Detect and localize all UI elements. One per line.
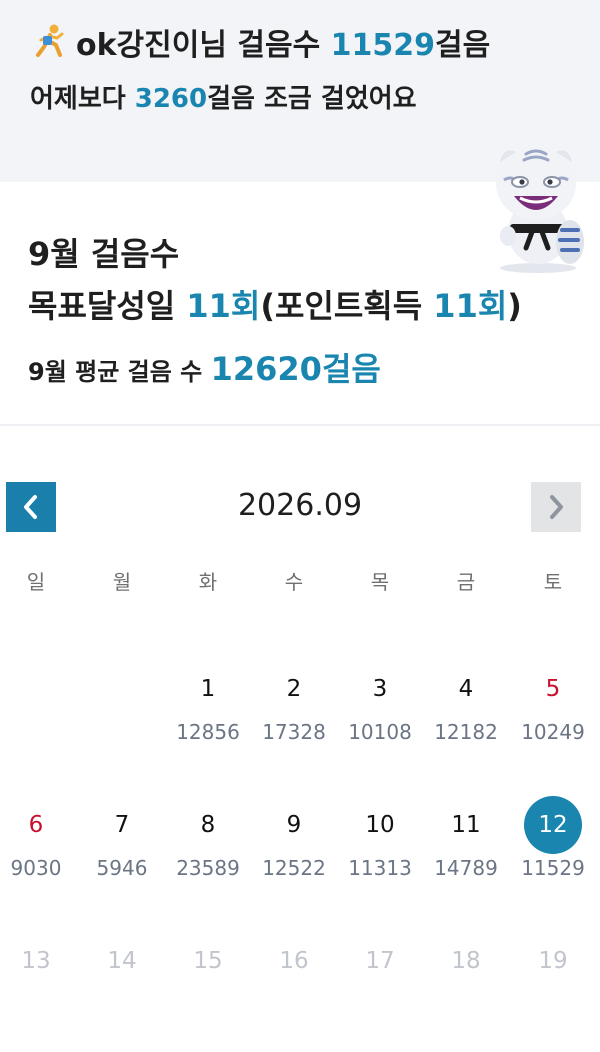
point-label: (포인트획득 bbox=[260, 287, 423, 325]
calendar-day-cell bbox=[79, 660, 165, 760]
calendar-day-cell[interactable]: 14 bbox=[79, 932, 165, 1032]
user-name-label: ok강진이님 걸음수 bbox=[76, 28, 321, 63]
day-steps: 10108 bbox=[348, 720, 412, 744]
day-steps: 11529 bbox=[521, 856, 585, 880]
day-number: 5 bbox=[545, 676, 561, 702]
day-number: 17 bbox=[365, 948, 395, 974]
day-number: 11 bbox=[451, 812, 481, 838]
calendar-day-cell[interactable]: 16 bbox=[251, 932, 337, 1032]
calendar-day-cell[interactable]: 12 11529 bbox=[510, 796, 596, 896]
steps-unit: 걸음 bbox=[435, 28, 491, 63]
calendar-day-cell[interactable]: 11 14789 bbox=[423, 796, 509, 896]
summary-title: 9월 걸음수 목표달성일 11회(포인트획득 11회) bbox=[28, 228, 522, 332]
weekday-label: 토 bbox=[543, 570, 563, 594]
day-number: 1 bbox=[200, 676, 216, 702]
point-close: ) bbox=[507, 287, 522, 325]
day-number: 14 bbox=[107, 948, 137, 974]
weekday-label: 월 bbox=[112, 570, 132, 594]
compare-suffix: 걸음 조금 걸었어요 bbox=[207, 84, 417, 114]
compare-value: 3260 bbox=[134, 84, 208, 114]
day-number: 2 bbox=[286, 676, 302, 702]
month-steps-title: 9월 걸음수 bbox=[28, 235, 180, 273]
day-steps: 5946 bbox=[96, 856, 148, 880]
calendar-day-cell[interactable]: 8 23589 bbox=[165, 796, 251, 896]
calendar-day-cell bbox=[0, 660, 79, 760]
calendar-day-cell[interactable]: 18 bbox=[423, 932, 509, 1032]
day-steps: 9030 bbox=[10, 856, 62, 880]
day-steps: 14789 bbox=[434, 856, 498, 880]
weekday-label: 화 bbox=[198, 570, 218, 594]
calendar-month-label: 2026.09 bbox=[237, 488, 363, 523]
next-month-button[interactable] bbox=[531, 482, 581, 532]
day-steps: 10249 bbox=[521, 720, 585, 744]
calendar-day-cell[interactable]: 3 10108 bbox=[337, 660, 423, 760]
today-steps-value: 11529 bbox=[330, 28, 436, 63]
goal-line: 목표달성일 11회(포인트획득 11회) bbox=[28, 280, 522, 332]
calendar-day-cell[interactable]: 9 12522 bbox=[251, 796, 337, 896]
compare-yesterday-line: 어제보다 3260걸음 조금 걸었어요 bbox=[30, 78, 417, 115]
day-number: 18 bbox=[451, 948, 481, 974]
calendar-day-cell[interactable]: 5 10249 bbox=[510, 660, 596, 760]
weekday-label: 목 bbox=[370, 570, 390, 594]
day-steps: 12856 bbox=[176, 720, 240, 744]
tiger-mascot-image bbox=[496, 148, 584, 273]
calendar-day-cell[interactable]: 4 12182 bbox=[423, 660, 509, 760]
weekday-label: 일 bbox=[26, 570, 46, 594]
day-number: 9 bbox=[286, 812, 302, 838]
day-number: 10 bbox=[365, 812, 395, 838]
day-number: 7 bbox=[114, 812, 130, 838]
calendar-day-cell[interactable]: 2 17328 bbox=[251, 660, 337, 760]
day-steps: 17328 bbox=[262, 720, 326, 744]
weekday-label: 금 bbox=[456, 570, 476, 594]
calendar-day-cell[interactable]: 17 bbox=[337, 932, 423, 1032]
chevron-right-icon bbox=[550, 495, 563, 519]
day-number: 15 bbox=[193, 948, 223, 974]
day-steps: 23589 bbox=[176, 856, 240, 880]
goal-value: 11회 bbox=[186, 287, 261, 325]
compare-prefix: 어제보다 bbox=[30, 84, 126, 114]
calendar-day-cell[interactable]: 13 bbox=[0, 932, 79, 1032]
point-value: 11회 bbox=[433, 287, 508, 325]
weekday-label: 수 bbox=[284, 570, 304, 594]
calendar-day-cell[interactable]: 6 9030 bbox=[0, 796, 79, 896]
average-steps-line: 9월 평균 걸음 수 12620걸음 bbox=[28, 344, 381, 390]
day-steps: 12522 bbox=[262, 856, 326, 880]
goal-label: 목표달성일 bbox=[28, 287, 176, 325]
day-number: 4 bbox=[458, 676, 474, 702]
average-value: 12620걸음 bbox=[210, 350, 381, 388]
day-steps: 11313 bbox=[348, 856, 412, 880]
today-steps-line: ok강진이님 걸음수 11529걸음 bbox=[30, 20, 490, 64]
day-number: 13 bbox=[21, 948, 51, 974]
calendar-day-cell[interactable]: 1 12856 bbox=[165, 660, 251, 760]
calendar-day-cell[interactable]: 19 bbox=[510, 932, 596, 1032]
day-number: 16 bbox=[279, 948, 309, 974]
selected-day-number: 12 bbox=[524, 796, 582, 854]
average-label: 9월 평균 걸음 수 bbox=[28, 358, 203, 386]
day-number: 3 bbox=[372, 676, 388, 702]
day-number: 19 bbox=[538, 948, 568, 974]
day-number: 6 bbox=[28, 812, 44, 838]
day-number: 8 bbox=[200, 812, 216, 838]
calendar-day-cell[interactable]: 10 11313 bbox=[337, 796, 423, 896]
calendar-day-cell[interactable]: 7 5946 bbox=[79, 796, 165, 896]
runner-icon bbox=[36, 24, 64, 57]
calendar-day-cell[interactable]: 15 bbox=[165, 932, 251, 1032]
day-steps: 12182 bbox=[434, 720, 498, 744]
